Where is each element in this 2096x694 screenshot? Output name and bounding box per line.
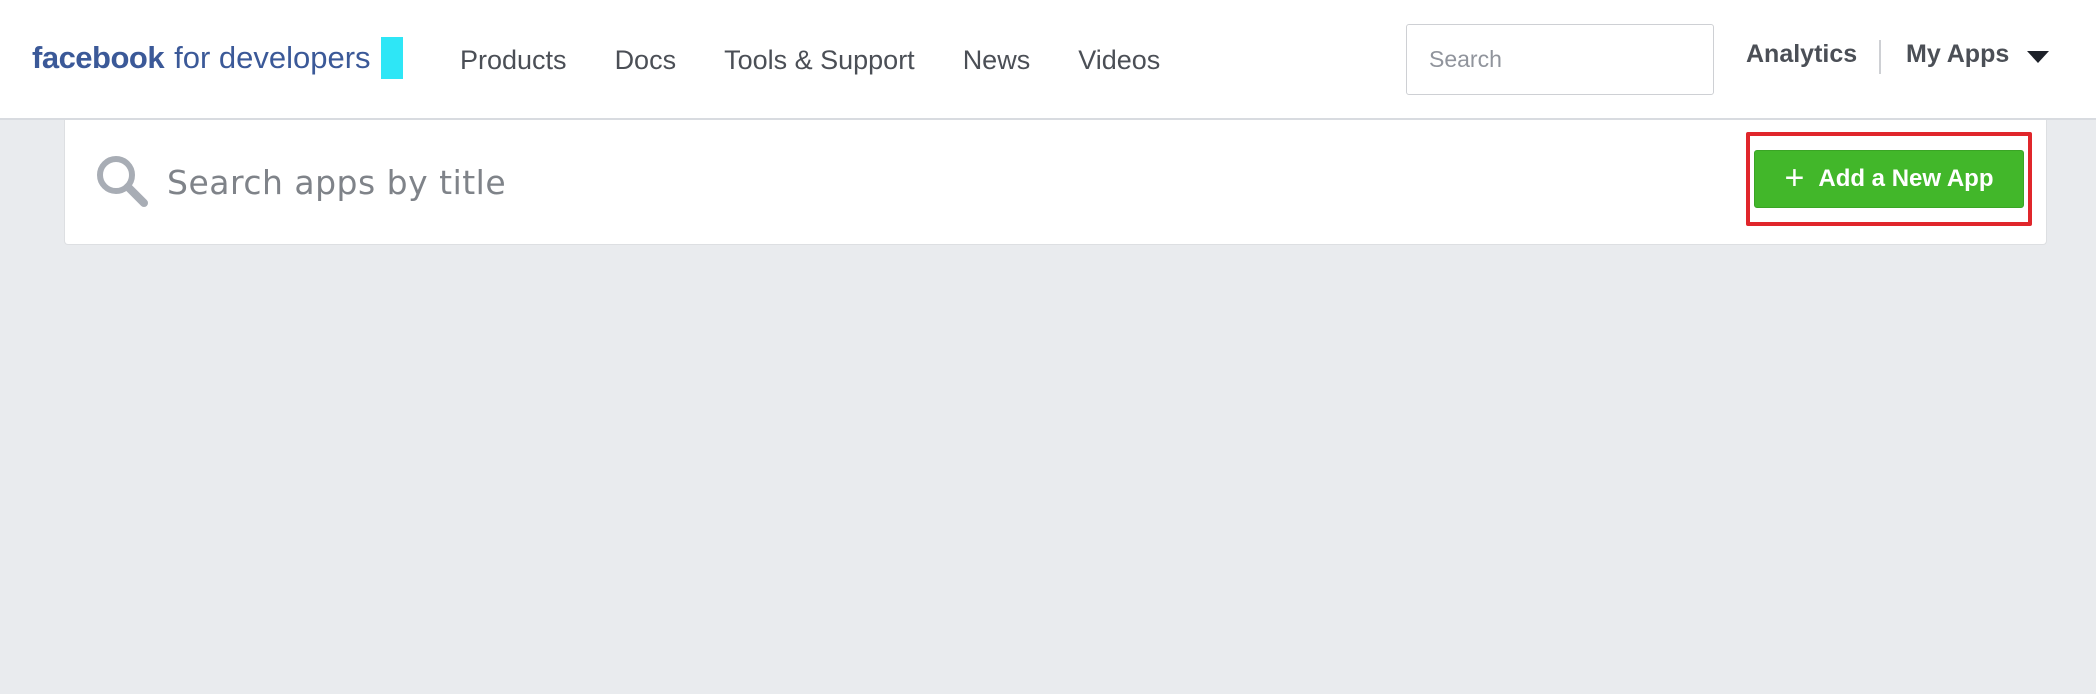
caret-down-icon: [2027, 50, 2050, 63]
logo-mark: [380, 37, 403, 79]
top-search-input[interactable]: [1407, 25, 1713, 94]
facebook-for-developers-logo[interactable]: facebook for developers: [32, 36, 403, 80]
analytics-link[interactable]: Analytics: [1746, 40, 1857, 69]
add-new-app-label: Add a New App: [1818, 165, 1994, 192]
apps-search-input[interactable]: [165, 150, 1165, 214]
nav-item-products[interactable]: Products: [460, 45, 567, 76]
logo-subtitle-text: for developers: [174, 40, 371, 75]
nav-item-tools-support[interactable]: Tools & Support: [724, 45, 915, 76]
header-divider: [1879, 40, 1881, 74]
nav-item-videos[interactable]: Videos: [1078, 45, 1160, 76]
plus-icon: +: [1784, 158, 1805, 197]
nav-item-docs[interactable]: Docs: [615, 45, 677, 76]
add-new-app-button[interactable]: + Add a New App: [1754, 150, 2024, 208]
logo-brand-text: facebook: [32, 40, 165, 75]
search-icon: [97, 156, 148, 207]
my-apps-label: My Apps: [1906, 40, 2010, 68]
top-navigation-bar: facebook for developers Products Docs To…: [0, 0, 2096, 120]
my-apps-dropdown[interactable]: My Apps: [1906, 40, 2050, 69]
top-search-box: [1406, 24, 1714, 95]
main-nav: Products Docs Tools & Support News Video…: [460, 40, 1208, 80]
nav-item-news[interactable]: News: [963, 45, 1031, 76]
